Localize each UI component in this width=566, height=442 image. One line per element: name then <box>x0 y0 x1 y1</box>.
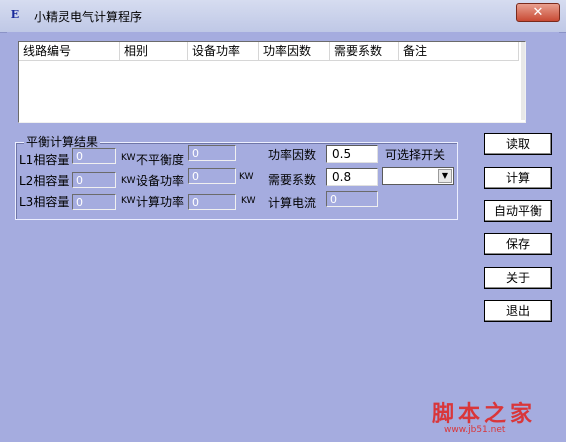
calc-current-label: 计算电流 <box>268 196 317 210</box>
col-header-remark[interactable]: 备注 <box>399 42 519 61</box>
power-factor-input[interactable]: 0.5 <box>326 145 378 163</box>
l2-capacity-label: L2相容量 <box>19 174 70 188</box>
col-header-phase[interactable]: 相别 <box>120 42 188 61</box>
l1-capacity-label: L1相容量 <box>19 153 70 167</box>
switch-select-label: 可选择开关 <box>385 148 446 162</box>
calc-current-field: 0 <box>326 191 378 207</box>
l3-capacity-label: L3相容量 <box>19 195 70 209</box>
imbalance-label: 不平衡度 <box>136 153 185 167</box>
list-scrollbar[interactable] <box>521 42 525 120</box>
save-button[interactable]: 保存 <box>484 233 552 255</box>
col-header-power-factor[interactable]: 功率因数 <box>259 42 330 61</box>
col-header-circuit-no[interactable]: 线路编号 <box>19 42 120 61</box>
switch-dropdown[interactable]: ▼ <box>382 167 454 185</box>
l2-unit-label: KW <box>121 176 136 186</box>
calc-power-label: 计算功率 <box>136 195 185 209</box>
demand-coef-input[interactable]: 0.8 <box>326 168 378 186</box>
exit-button[interactable]: 退出 <box>484 300 552 322</box>
watermark-text: 脚本之家 <box>432 401 537 427</box>
about-button[interactable]: 关于 <box>484 267 552 289</box>
l1-unit-label: KW <box>121 153 136 163</box>
title-bar: E 小精灵电气计算程序 ✕ <box>0 0 566 33</box>
l1-capacity-field: 0 <box>72 148 116 164</box>
demand-coef-label: 需要系数 <box>268 173 317 187</box>
close-button[interactable]: ✕ <box>516 3 560 22</box>
auto-balance-button[interactable]: 自动平衡 <box>484 200 552 222</box>
window-title: 小精灵电气计算程序 <box>34 10 143 24</box>
device-power-unit: KW <box>239 172 254 182</box>
watermark-url: www.jb51.net <box>444 425 506 435</box>
close-icon: ✕ <box>532 5 544 20</box>
l2-capacity-field: 0 <box>72 172 116 188</box>
device-power-label: 设备功率 <box>136 174 185 188</box>
device-power-field: 0 <box>188 168 236 184</box>
col-header-device-power[interactable]: 设备功率 <box>188 42 259 61</box>
calc-button[interactable]: 计算 <box>484 167 552 189</box>
imbalance-field: 0 <box>188 145 236 161</box>
read-button[interactable]: 读取 <box>484 133 552 155</box>
calc-power-field: 0 <box>188 194 236 210</box>
app-icon: E <box>10 8 20 21</box>
col-header-demand-coef[interactable]: 需要系数 <box>330 42 399 61</box>
l3-capacity-field: 0 <box>72 194 116 210</box>
l3-unit-label: KW <box>121 196 136 206</box>
circuit-list[interactable]: 线路编号 相别 设备功率 功率因数 需要系数 备注 <box>18 41 526 123</box>
power-factor-label: 功率因数 <box>268 148 317 162</box>
dropdown-arrow-icon[interactable]: ▼ <box>438 169 452 183</box>
calc-power-unit: KW <box>241 196 256 206</box>
